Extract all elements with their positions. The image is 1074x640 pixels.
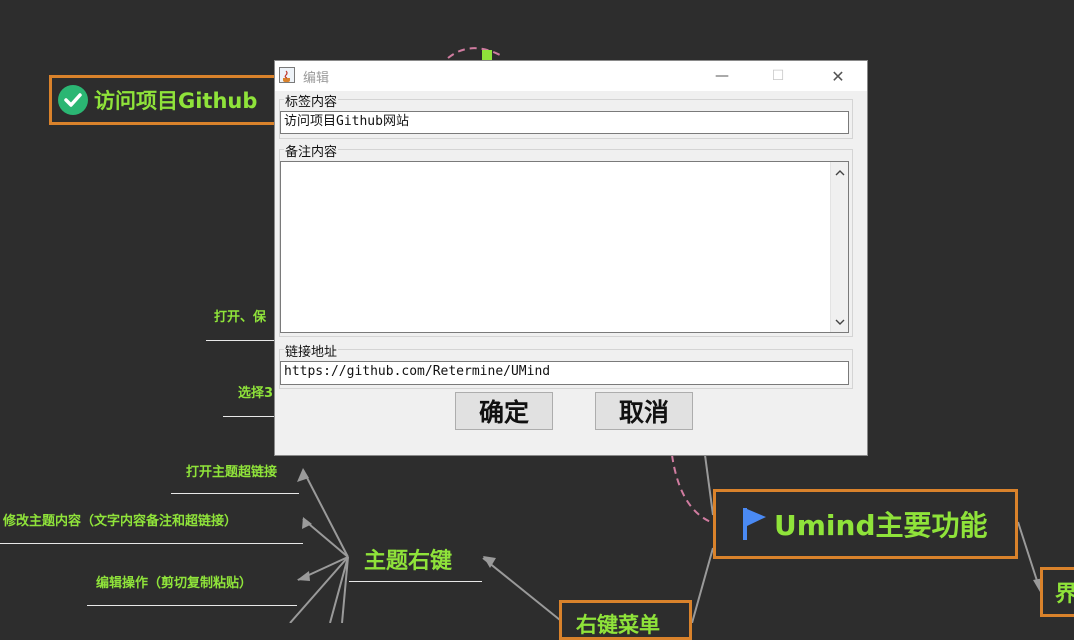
note-content-textarea[interactable] xyxy=(280,161,849,333)
leaf-underline xyxy=(171,493,299,494)
scroll-up-arrow-icon[interactable] xyxy=(831,164,848,181)
leaf-edit-content[interactable]: 修改主题内容（文字内容备注和超链接） xyxy=(3,510,237,529)
blue-flag-icon xyxy=(740,506,768,542)
dialog-titlebar[interactable]: 编辑 — ☐ ✕ xyxy=(275,61,867,91)
java-app-icon xyxy=(279,67,295,83)
leaf-underline xyxy=(0,543,303,544)
right-topic-label: 界 xyxy=(1055,576,1074,608)
right-click-menu-node[interactable]: 右键菜单 xyxy=(559,600,692,640)
link-section-title: 链接地址 xyxy=(284,341,339,360)
main-topic-label: Umind主要功能 xyxy=(774,509,988,542)
right-click-menu-label: 右键菜单 xyxy=(576,613,660,637)
ok-button[interactable]: 确定 xyxy=(455,392,553,430)
leaf-open-hyperlink[interactable]: 打开主题超链接 xyxy=(186,461,277,480)
check-circle-icon xyxy=(58,85,88,115)
maximize-button[interactable]: ☐ xyxy=(755,61,801,91)
minimize-button[interactable]: — xyxy=(699,61,745,91)
leaf-underline xyxy=(206,340,276,341)
leaf-open-save[interactable]: 打开、保 xyxy=(214,306,266,325)
leaf-edit-operations[interactable]: 编辑操作（剪切复制粘贴） xyxy=(96,572,252,591)
note-section-title: 备注内容 xyxy=(284,141,339,160)
scroll-down-arrow-icon[interactable] xyxy=(831,313,848,330)
leaf-select[interactable]: 选择3 xyxy=(238,382,273,401)
top-topic-node[interactable]: 访问项目Github xyxy=(49,75,289,125)
leaf-underline xyxy=(87,605,297,606)
edit-dialog: 编辑 — ☐ ✕ 标签内容 访问项目Github网站 备注内容 链接地址 htt… xyxy=(274,60,868,456)
leaf-underline xyxy=(223,416,276,417)
close-button[interactable]: ✕ xyxy=(815,61,861,91)
right-topic-node[interactable]: 界 xyxy=(1040,567,1074,617)
cancel-button[interactable]: 取消 xyxy=(595,392,693,430)
note-scrollbar[interactable] xyxy=(830,162,848,332)
top-topic-label: 访问项目Github xyxy=(94,89,258,113)
label-content-input[interactable]: 访问项目Github网站 xyxy=(280,111,849,134)
topic-context-underline xyxy=(349,581,482,582)
topic-context-node[interactable]: 主题右键 xyxy=(364,543,452,575)
link-url-input[interactable]: https://github.com/Retermine/UMind xyxy=(280,361,849,385)
label-section-title: 标签内容 xyxy=(284,91,339,110)
main-topic-node[interactable]: Umind主要功能 xyxy=(713,489,1018,559)
dialog-title: 编辑 xyxy=(303,71,330,86)
